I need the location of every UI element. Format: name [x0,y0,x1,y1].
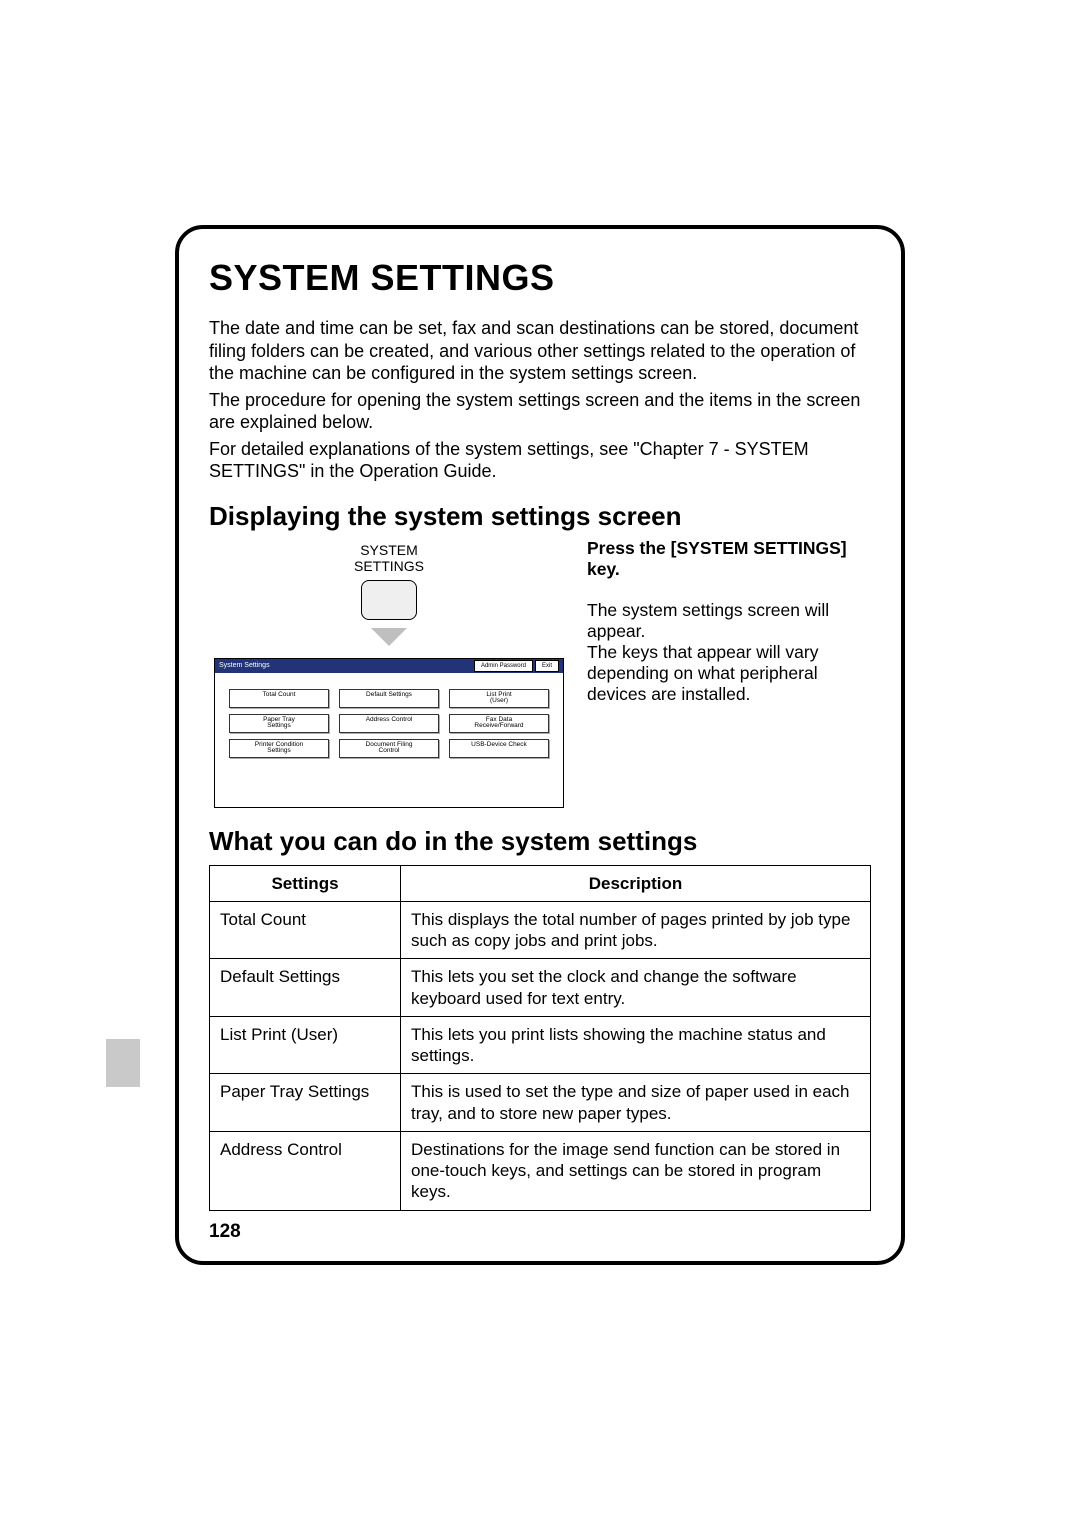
screen-btn-default-settings: Default Settings [339,689,439,708]
system-settings-screen-mock: System Settings Admin Password Exit Tota… [214,658,564,808]
section-heading-whatyoucan: What you can do in the system settings [209,826,871,857]
table-row: Paper Tray Settings This is used to set … [210,1074,871,1132]
system-settings-key-icon [361,580,417,620]
setting-description: This lets you set the clock and change t… [401,959,871,1017]
instruction-p1: The system settings screen will appear. [587,600,871,642]
screen-btn-list-print: List Print (User) [449,689,549,708]
table-row: Address Control Destinations for the ima… [210,1131,871,1210]
table-row: Default Settings This lets you set the c… [210,959,871,1017]
setting-description: Destinations for the image send function… [401,1131,871,1210]
table-row: Total Count This displays the total numb… [210,901,871,959]
screen-btn-address-control: Address Control [339,714,439,733]
screen-body: Total Count Default Settings List Print … [215,673,563,768]
setting-description: This displays the total number of pages … [401,901,871,959]
setting-name: Address Control [210,1131,401,1210]
page-number: 128 [209,1221,871,1243]
arrow-down-icon [371,628,407,646]
thumb-index-tab [106,1039,140,1087]
press-key-instruction: Press the [SYSTEM SETTINGS] key. [587,538,871,580]
setting-name: Paper Tray Settings [210,1074,401,1132]
exit-button: Exit [535,660,559,672]
screen-btn-usb-device-check: USB-Device Check [449,739,549,758]
setting-name: Default Settings [210,959,401,1017]
key-label-line1: SYSTEM [360,542,418,558]
screen-header-title: System Settings [219,662,270,669]
setting-description: This lets you print lists showing the ma… [401,1016,871,1074]
section-heading-displaying: Displaying the system settings screen [209,501,871,532]
instruction-column: Press the [SYSTEM SETTINGS] key. The sys… [587,538,871,705]
page-title: SYSTEM SETTINGS [209,257,871,299]
screen-btn-paper-tray: Paper Tray Settings [229,714,329,733]
settings-table: Settings Description Total Count This di… [209,865,871,1211]
intro-paragraph-1: The date and time can be set, fax and sc… [209,317,871,385]
admin-password-button: Admin Password [474,660,533,672]
setting-name: List Print (User) [210,1016,401,1074]
intro-paragraph-2: The procedure for opening the system set… [209,389,871,434]
content-frame: SYSTEM SETTINGS The date and time can be… [175,225,905,1265]
col-header-settings: Settings [210,865,401,901]
screen-btn-document-filing: Document Filing Control [339,739,439,758]
screen-btn-fax-data: Fax Data Receive/Forward [449,714,549,733]
key-label: SYSTEM SETTINGS [354,542,424,574]
table-row: List Print (User) This lets you print li… [210,1016,871,1074]
screen-btn-total-count: Total Count [229,689,329,708]
setting-name: Total Count [210,901,401,959]
screen-header: System Settings Admin Password Exit [215,659,563,673]
col-header-description: Description [401,865,871,901]
instruction-p2: The keys that appear will vary depending… [587,642,871,705]
intro-paragraph-3: For detailed explanations of the system … [209,438,871,483]
key-and-screen-figure: SYSTEM SETTINGS System Settings Admin Pa… [209,538,569,808]
setting-description: This is used to set the type and size of… [401,1074,871,1132]
screen-btn-printer-condition: Printer Condition Settings [229,739,329,758]
key-label-line2: SETTINGS [354,558,424,574]
